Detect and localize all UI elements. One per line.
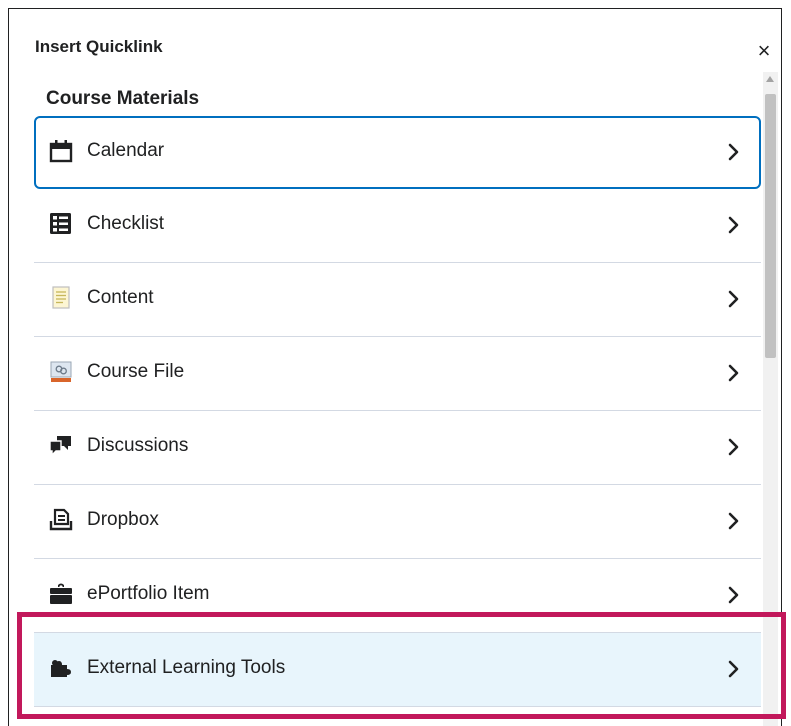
dialog-title: Insert Quicklink <box>35 37 163 56</box>
eportfolio-icon <box>50 583 72 604</box>
cropped-top-strip <box>0 0 791 8</box>
list-item-label: Calendar <box>87 140 165 161</box>
checklist-icon <box>50 213 71 234</box>
list-item-label: Content <box>87 287 154 308</box>
list-item-label: Discussions <box>87 435 189 456</box>
list-item-label: ePortfolio Item <box>87 583 210 604</box>
list-item-dropbox[interactable]: Dropbox <box>34 485 761 559</box>
list-item-label: Checklist <box>87 213 165 234</box>
calendar-icon <box>49 140 73 163</box>
list-item-content[interactable]: Content <box>34 263 761 337</box>
close-icon: × <box>757 38 771 63</box>
list-item-label: Dropbox <box>87 509 159 530</box>
section-title: Course Materials <box>46 88 200 109</box>
chevron-right-icon <box>728 216 739 234</box>
chevron-right-icon <box>728 512 739 530</box>
puzzle-icon <box>51 660 71 677</box>
list-item-external-learning-tools[interactable]: External Learning Tools <box>34 633 761 707</box>
quicklink-list: Calendar Checklist Content Course File D… <box>34 116 761 707</box>
close-button[interactable]: × <box>752 37 776 65</box>
chevron-right-icon <box>728 364 739 382</box>
chevron-right-icon <box>728 660 739 678</box>
chevron-right-icon <box>728 586 739 604</box>
chevron-right-icon <box>728 143 739 161</box>
list-item-calendar[interactable]: Calendar <box>34 116 761 189</box>
content-icon <box>52 286 70 309</box>
scrollbar-thumb[interactable] <box>765 94 776 358</box>
dropbox-icon <box>49 508 73 531</box>
list-item-discussions[interactable]: Discussions <box>34 411 761 485</box>
scrollbar[interactable] <box>763 72 778 726</box>
list-item-checklist[interactable]: Checklist <box>34 189 761 263</box>
chevron-right-icon <box>728 290 739 308</box>
discussions-icon <box>49 436 71 457</box>
list-item-eportfolio[interactable]: ePortfolio Item <box>34 559 761 633</box>
course-file-icon <box>50 361 72 382</box>
list-item-label: External Learning Tools <box>87 657 286 678</box>
list-item-course-file[interactable]: Course File <box>34 337 761 411</box>
chevron-right-icon <box>728 438 739 456</box>
scroll-up-arrow-icon[interactable] <box>766 76 774 82</box>
list-item-label: Course File <box>87 361 185 382</box>
